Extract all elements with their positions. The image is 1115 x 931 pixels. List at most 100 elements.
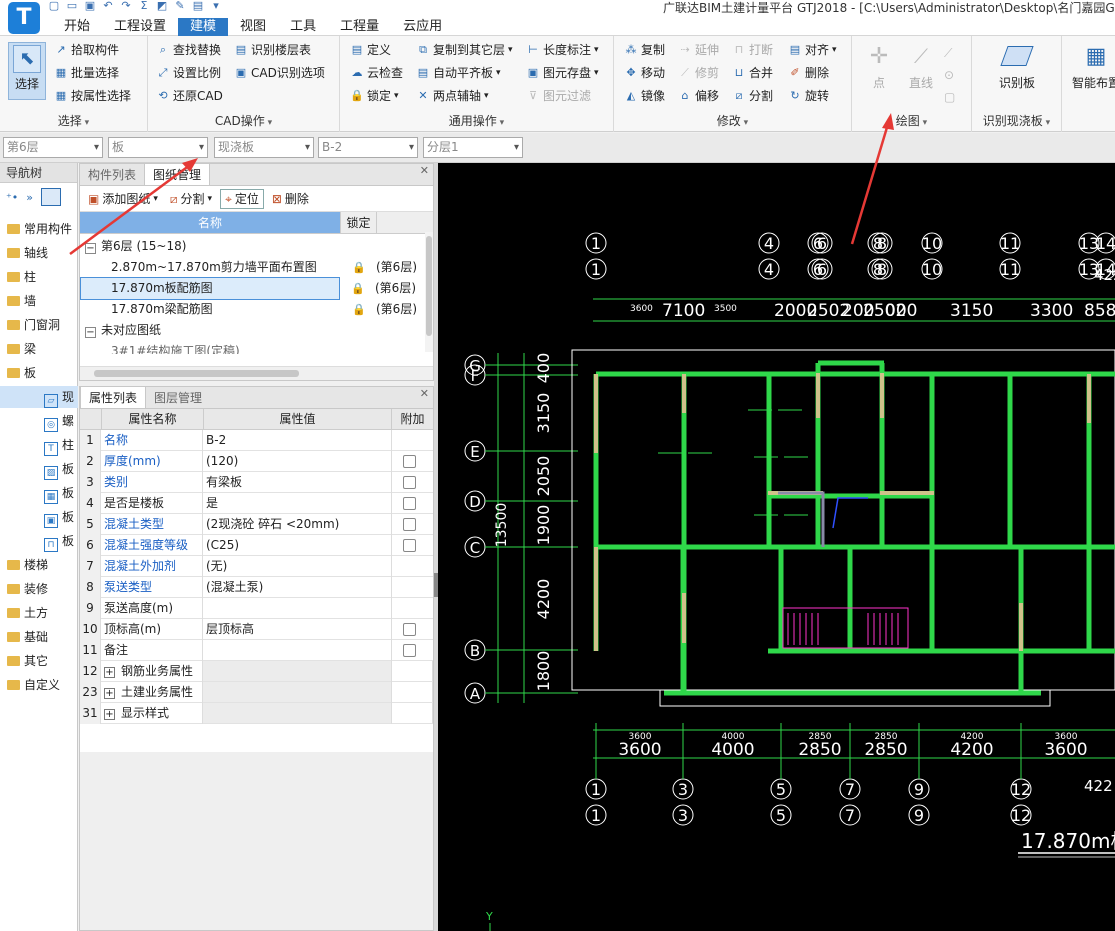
property-value[interactable]: (2现浇砼 碎石 <20mm) xyxy=(206,514,339,535)
new-file-icon[interactable]: ▢ xyxy=(48,0,60,12)
pick-component-button[interactable]: ↗ 拾取构件 xyxy=(54,40,119,60)
nav-slab-sub6[interactable]: ▣ 板 xyxy=(0,506,78,528)
element-filter-button[interactable]: ⊽ 图元过滤 xyxy=(526,86,591,106)
expand-icon[interactable]: + xyxy=(104,688,115,699)
property-value[interactable]: B-2 xyxy=(206,430,226,451)
property-value[interactable]: (混凝土泵) xyxy=(206,577,263,598)
nav-slab[interactable]: 板 xyxy=(0,362,78,384)
trim-button[interactable]: ⟋ 修剪 xyxy=(678,63,719,83)
report-icon[interactable]: ▤ xyxy=(192,0,204,12)
length-dim-button[interactable]: ⊢ 长度标注 ▾ xyxy=(526,40,598,60)
attach-checkbox[interactable] xyxy=(403,476,416,489)
two-point-axis-button[interactable]: ✕ 两点辅轴 ▾ xyxy=(416,86,488,106)
property-value[interactable]: (无) xyxy=(206,556,227,577)
attach-checkbox[interactable] xyxy=(403,623,416,636)
nav-stairs[interactable]: 楼梯 xyxy=(0,554,78,576)
property-group-row[interactable]: 12 + 钢筋业务属性 xyxy=(80,661,433,682)
cloud-check-button[interactable]: ☁ 云检查 xyxy=(350,63,404,83)
subtype-select[interactable]: 现浇板 xyxy=(214,137,314,158)
select-by-attr-button[interactable]: ▦ 按属性选择 xyxy=(54,86,131,106)
expand-icon[interactable]: + xyxy=(104,667,115,678)
app-logo-icon[interactable]: T xyxy=(8,2,40,34)
property-row[interactable]: 10 顶标高(m) 层顶标高 xyxy=(80,619,433,640)
nav-foundation[interactable]: 基础 xyxy=(0,626,78,648)
select-button[interactable]: ⬉ 选择 xyxy=(8,42,46,100)
property-row[interactable]: 4 是否是楼板 是 xyxy=(80,493,433,514)
undo-icon[interactable]: ↶ xyxy=(102,0,114,12)
floor-select[interactable]: 第6层 xyxy=(3,137,103,158)
cad-options-button[interactable]: ▣ CAD识别选项 xyxy=(234,63,325,83)
collapse-icon[interactable]: − xyxy=(85,327,96,338)
collapse-icon[interactable]: − xyxy=(85,243,96,254)
tree-view-icon[interactable] xyxy=(41,188,62,206)
tab-drawing-management[interactable]: 图纸管理 xyxy=(144,164,211,185)
property-value[interactable] xyxy=(203,682,391,702)
property-row[interactable]: 7 混凝土外加剂 (无) xyxy=(80,556,433,577)
merge-button[interactable]: ⊔ 合并 xyxy=(732,63,773,83)
element-save-button[interactable]: ▣ 图元存盘 ▾ xyxy=(526,63,599,83)
nav-earthwork[interactable]: 土方 xyxy=(0,602,78,624)
expand-icon[interactable]: + xyxy=(104,709,115,720)
add-drawing-button[interactable]: ▣ 添加图纸 ▾ xyxy=(84,189,162,209)
auto-align-slab-button[interactable]: ▤ 自动平齐板 ▾ xyxy=(416,63,501,83)
extend-button[interactable]: ⇢ 延伸 xyxy=(678,40,719,60)
expand-icon[interactable]: ⁺• xyxy=(6,191,18,204)
tab-cloud[interactable]: 云应用 xyxy=(391,18,454,36)
col-lock[interactable]: 锁定 xyxy=(340,212,376,233)
property-value[interactable]: 是 xyxy=(206,493,218,514)
save-icon[interactable]: ▣ xyxy=(84,0,96,12)
close-icon[interactable]: ✕ xyxy=(420,164,429,177)
define-button[interactable]: ▤ 定义 xyxy=(350,40,391,60)
table-row[interactable]: 17.870m梁配筋图 🔒 (第6层) xyxy=(81,299,419,320)
identify-floor-table-button[interactable]: ▤ 识别楼层表 xyxy=(234,40,311,60)
nav-column[interactable]: 柱 xyxy=(0,266,78,288)
attach-checkbox[interactable] xyxy=(403,518,416,531)
delete-drawing-button[interactable]: ⊠ 删除 xyxy=(268,189,313,209)
rotate-button[interactable]: ↻ 旋转 xyxy=(788,86,829,106)
nav-custom[interactable]: 自定义 xyxy=(0,674,78,696)
edit-icon[interactable]: ✎ xyxy=(174,0,186,12)
qat-more-icon[interactable]: ▾ xyxy=(210,0,222,12)
copy-button[interactable]: ⁂ 复制 xyxy=(624,40,666,60)
lock-icon[interactable]: 🔒 xyxy=(351,278,365,299)
property-group-row[interactable]: 23 + 土建业务属性 xyxy=(80,682,433,703)
tab-view[interactable]: 视图 xyxy=(228,18,278,36)
line-button[interactable]: ⟋ 直线 xyxy=(904,44,938,91)
open-icon[interactable]: ▭ xyxy=(66,0,78,12)
table-row[interactable]: 2.870m~17.870m剪力墙平面布置图 🔒 (第6层) xyxy=(81,257,419,278)
break-button[interactable]: ⊓ 打断 xyxy=(732,40,773,60)
set-scale-button[interactable]: ⤢ 设置比例 xyxy=(156,63,221,83)
attach-checkbox[interactable] xyxy=(403,497,416,510)
attach-checkbox[interactable] xyxy=(403,539,416,552)
tab-quantities[interactable]: 工程量 xyxy=(328,18,391,36)
attach-checkbox[interactable] xyxy=(403,455,416,468)
table-row[interactable]: − 第6层 (15~18) xyxy=(81,236,419,257)
cad-canvas[interactable]: 1 1 4 4 6 6 6 6 8 8 8 8 10 10 11 11 13 13 14 14 3600 3500 7100… xyxy=(438,163,1115,931)
close-icon[interactable]: ✕ xyxy=(420,387,429,400)
vscroll-thumb[interactable] xyxy=(426,236,432,336)
nav-other[interactable]: 其它 xyxy=(0,650,78,672)
property-group-row[interactable]: 31 + 显示样式 xyxy=(80,703,433,724)
property-row[interactable]: 5 混凝土类型 (2现浇砼 碎石 <20mm) xyxy=(80,514,433,535)
recognize-slab-button[interactable]: 识别板 xyxy=(982,44,1052,91)
property-value[interactable]: (120) xyxy=(206,451,238,472)
col-name[interactable]: 名称 xyxy=(80,212,340,233)
copy-to-floor-button[interactable]: ⧉ 复制到其它层 ▾ xyxy=(416,40,512,60)
property-value[interactable]: (C25) xyxy=(206,535,239,556)
property-value[interactable] xyxy=(203,703,391,723)
offset-button[interactable]: ⌂ 偏移 xyxy=(678,86,720,106)
split-button[interactable]: ⧄ 分割 xyxy=(732,86,774,106)
type-select[interactable]: 板 xyxy=(108,137,208,158)
point-button[interactable]: ✛ 点 xyxy=(864,44,894,91)
component-select[interactable]: B-2 xyxy=(318,137,418,158)
property-row[interactable]: 8 泵送类型 (混凝土泵) xyxy=(80,577,433,598)
nav-beam[interactable]: 梁 xyxy=(0,338,78,360)
align-button[interactable]: ▤ 对齐 ▾ xyxy=(788,40,837,60)
property-row[interactable]: 9 泵送高度(m) xyxy=(80,598,433,619)
table-row-selected[interactable]: 17.870m板配筋图 xyxy=(80,277,340,300)
tab-layer-management[interactable]: 图层管理 xyxy=(146,387,210,408)
vertical-scrollbar[interactable] xyxy=(425,232,433,352)
property-value[interactable]: 层顶标高 xyxy=(206,619,254,640)
nav-decoration[interactable]: 装修 xyxy=(0,578,78,600)
table-row[interactable]: − 未对应图纸 xyxy=(81,320,419,341)
